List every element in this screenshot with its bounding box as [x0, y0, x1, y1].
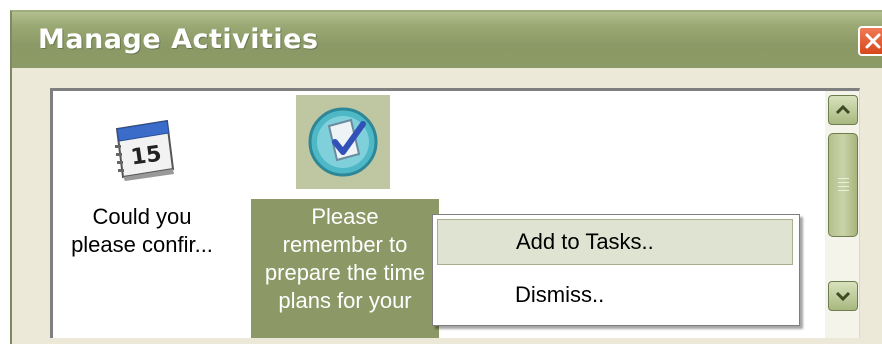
- grip-line: [838, 178, 849, 179]
- title-bar[interactable]: Manage Activities: [12, 12, 882, 68]
- chevron-down-icon: [835, 291, 851, 302]
- close-x-icon: [865, 33, 881, 49]
- calendar-icon: 15: [115, 119, 175, 181]
- activity-label-2: Please remember to prepare the time plan…: [251, 199, 439, 338]
- scroll-thumb[interactable]: [828, 133, 858, 237]
- vertical-scrollbar[interactable]: [825, 91, 859, 338]
- activity-label-1: Could you please confir...: [71, 204, 213, 257]
- chevron-up-icon: [835, 104, 851, 115]
- grip-line: [838, 182, 849, 183]
- context-menu: Add to Tasks.. Dismiss..: [432, 214, 800, 326]
- window-title: Manage Activities: [38, 24, 319, 55]
- task-check-icon: [308, 107, 378, 177]
- grip-line: [838, 186, 849, 187]
- close-button[interactable]: [858, 26, 882, 56]
- svg-text:15: 15: [129, 142, 163, 171]
- menu-item-dismiss[interactable]: Dismiss..: [437, 273, 793, 319]
- menu-item-add-to-tasks[interactable]: Add to Tasks..: [437, 219, 793, 265]
- scroll-up-button[interactable]: [828, 95, 858, 125]
- scroll-down-button[interactable]: [828, 281, 858, 311]
- grip-line: [838, 190, 849, 191]
